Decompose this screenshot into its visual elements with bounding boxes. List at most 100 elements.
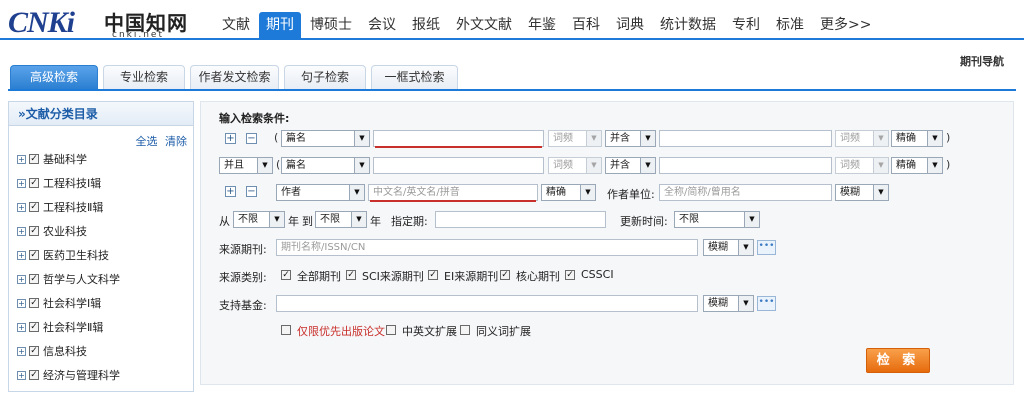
author-match-select[interactable]: 精确 ▼ [541,184,596,201]
nav-cidian[interactable]: 词典 [609,12,651,38]
clear-link[interactable]: 清除 [165,135,187,148]
search-button[interactable]: 检 索 [866,348,930,373]
tab-professional-search[interactable]: 专业检索 [103,65,185,89]
remove-row-minus-icon[interactable]: − [246,186,257,197]
keyword-input-1b[interactable] [659,130,832,147]
expand-icon[interactable]: + [17,346,26,356]
freq-select-2b[interactable]: 词频 ▼ [835,157,889,174]
keyword-input-1[interactable] [373,130,544,147]
tab-advanced-search[interactable]: 高级检索 [10,65,98,89]
nav-biaozhun[interactable]: 标准 [769,12,811,38]
freq-select-2[interactable]: 词频 ▼ [548,157,602,174]
dropdown-arrow-icon: ▼ [744,212,759,227]
match-select-2[interactable]: 精确 ▼ [891,157,943,174]
category-item[interactable]: + ✓ 社会科学Ⅰ辑 [17,296,101,310]
expand-icon[interactable]: + [17,178,26,188]
checkbox-checked-icon[interactable]: ✓ [565,270,575,280]
checkbox-unchecked-icon[interactable] [460,325,470,335]
checkbox-checked-icon[interactable]: ✓ [29,226,39,236]
keyword-input-2b[interactable] [659,157,832,174]
nav-nianjian[interactable]: 年鉴 [521,12,563,38]
add-row-plus-icon[interactable]: + [225,186,236,197]
specify-period-input[interactable] [435,211,606,228]
checkbox-checked-icon[interactable]: ✓ [29,202,39,212]
nav-more[interactable]: 更多>> [813,12,878,38]
select-all-link[interactable]: 全选 [136,135,158,148]
logic-select-2[interactable]: 并含 ▼ [605,157,656,174]
nav-huiyi[interactable]: 会议 [361,12,403,38]
checkbox-unchecked-icon[interactable] [281,325,291,335]
author-field-select[interactable]: 作者 ▼ [276,184,365,201]
checkbox-checked-icon[interactable]: ✓ [29,274,39,284]
nav-qikan[interactable]: 期刊 [259,12,301,38]
nav-zhuanli[interactable]: 专利 [725,12,767,38]
category-item[interactable]: + ✓ 工程科技Ⅱ辑 [17,200,103,214]
to-year-select[interactable]: 不限 ▼ [315,211,367,228]
nav-wenxian[interactable]: 文献 [215,12,257,38]
category-core-label: 核心期刊 [516,270,560,283]
tab-sentence-search[interactable]: 句子检索 [284,65,366,89]
form-heading: 输入检索条件: [219,112,290,125]
freq-select-1[interactable]: 词频 ▼ [548,130,602,147]
checkbox-checked-icon[interactable]: ✓ [29,298,39,308]
expand-icon[interactable]: + [17,274,26,284]
match-select-1[interactable]: 精确 ▼ [891,130,943,147]
keyword-input-2[interactable] [373,157,544,174]
add-row-plus-icon[interactable]: + [225,133,236,144]
checkbox-checked-icon[interactable]: ✓ [500,270,510,280]
category-item[interactable]: + ✓ 社会科学Ⅱ辑 [17,320,103,334]
update-time-select[interactable]: 不限 ▼ [674,211,760,228]
expand-icon[interactable]: + [17,370,26,380]
checkbox-checked-icon[interactable]: ✓ [29,322,39,332]
remove-row-minus-icon[interactable]: − [246,133,257,144]
checkbox-checked-icon[interactable]: ✓ [428,270,438,280]
author-unit-input[interactable]: 全称/简称/曾用名 [659,184,832,201]
source-journal-input[interactable]: 期刊名称/ISSN/CN [276,239,698,256]
unit-match-select[interactable]: 模糊 ▼ [835,184,889,201]
fund-input[interactable] [276,295,698,312]
category-item[interactable]: + ✓ 经济与管理科学 [17,368,120,382]
logic-select-1[interactable]: 并含 ▼ [605,130,656,147]
nav-baike[interactable]: 百科 [565,12,607,38]
journal-navigation-link[interactable]: 期刊导航 [960,53,1004,69]
category-item[interactable]: + ✓ 基础科学 [17,152,87,166]
nav-waiwen[interactable]: 外文文献 [449,12,519,38]
category-item[interactable]: + ✓ 医药卫生科技 [17,248,109,262]
source-match-select[interactable]: 模糊 ▼ [703,239,754,256]
checkbox-unchecked-icon[interactable] [386,325,396,335]
tab-single-box-search[interactable]: 一框式检索 [371,65,458,89]
fund-picker-button[interactable]: ••• [757,296,776,311]
expand-icon[interactable]: + [17,298,26,308]
dropdown-arrow-icon: ▼ [269,212,284,227]
source-picker-button[interactable]: ••• [757,240,776,255]
category-item[interactable]: + ✓ 哲学与人文科学 [17,272,120,286]
category-item[interactable]: + ✓ 农业科技 [17,224,87,238]
from-year-select[interactable]: 不限 ▼ [233,211,285,228]
expand-icon[interactable]: + [17,322,26,332]
checkbox-checked-icon[interactable]: ✓ [29,250,39,260]
expand-icon[interactable]: + [17,250,26,260]
nav-tongji[interactable]: 统计数据 [653,12,723,38]
field-select-1[interactable]: 篇名 ▼ [281,130,370,147]
bool-select-2[interactable]: 并且 ▼ [219,157,273,174]
checkbox-checked-icon[interactable]: ✓ [29,346,39,356]
checkbox-checked-icon[interactable]: ✓ [281,270,291,280]
checkbox-checked-icon[interactable]: ✓ [29,178,39,188]
checkbox-checked-icon[interactable]: ✓ [346,270,356,280]
cnki-logo[interactable]: CNKi 中国知网 cnki.net [8,4,188,40]
expand-icon[interactable]: + [17,202,26,212]
online-first-label: 仅限优先出版论文 [297,325,385,338]
freq-select-1b[interactable]: 词频 ▼ [835,130,889,147]
category-item[interactable]: + ✓ 工程科技Ⅰ辑 [17,176,101,190]
fund-match-select[interactable]: 模糊 ▼ [703,295,754,312]
nav-boshuoshi[interactable]: 博硕士 [303,12,359,38]
expand-icon[interactable]: + [17,154,26,164]
expand-icon[interactable]: + [17,226,26,236]
field-select-2[interactable]: 篇名 ▼ [281,157,370,174]
author-name-input[interactable]: 中文名/英文名/拼音 [368,184,538,201]
nav-baozhi[interactable]: 报纸 [405,12,447,38]
tab-author-search[interactable]: 作者发文检索 [190,65,279,89]
category-item[interactable]: + ✓ 信息科技 [17,344,87,358]
checkbox-checked-icon[interactable]: ✓ [29,154,39,164]
checkbox-checked-icon[interactable]: ✓ [29,370,39,380]
